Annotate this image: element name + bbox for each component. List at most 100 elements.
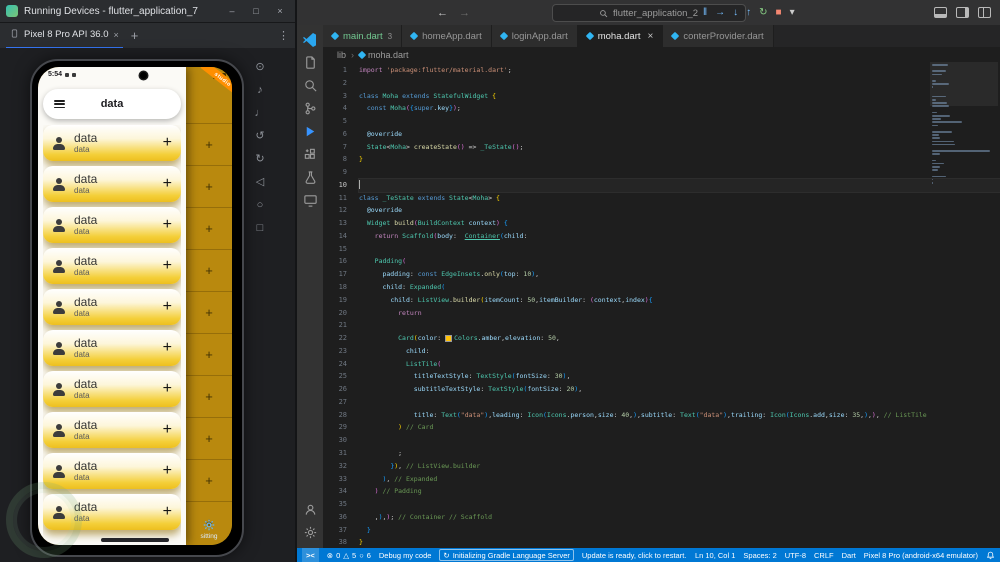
add-icon[interactable]: + <box>205 137 213 152</box>
code-line[interactable]: } <box>359 536 1000 548</box>
close-icon[interactable]: × <box>271 3 289 19</box>
forward-icon[interactable]: → <box>459 7 470 19</box>
add-icon[interactable]: + <box>163 298 172 316</box>
line-number-gutter[interactable]: 1 2 3 4 5 6 7 8 9 10 11 12 13 14 15 16 17 18 19 20 21 22 23 24 2… <box>323 64 347 548</box>
code-line[interactable]: return <box>359 307 1000 320</box>
status-item[interactable]: UTF-8 <box>785 551 806 560</box>
code-line[interactable] <box>359 243 1000 256</box>
new-tab-button[interactable]: + <box>131 28 139 43</box>
code-line[interactable]: Widget build(BuildContext context) { <box>359 217 1000 230</box>
code-line[interactable]: ), // Expanded <box>359 473 1000 486</box>
back-icon[interactable]: ◁ <box>256 177 264 188</box>
extensions-icon[interactable] <box>297 143 323 166</box>
code-line[interactable]: ,),); // Container // Scaffold <box>359 511 1000 524</box>
code-editor[interactable]: 1 2 3 4 5 6 7 8 9 10 11 12 13 14 15 16 17 18 19 20 21 22 23 24 2… <box>323 62 1000 548</box>
explorer-icon[interactable] <box>297 51 323 74</box>
toggle-secondary-sidebar-icon[interactable] <box>956 7 969 18</box>
list-card[interactable]: data data + <box>43 125 181 161</box>
code-line[interactable]: subtitleTextStyle: TextStyle(fontSize: 2… <box>359 383 1000 396</box>
add-icon[interactable]: + <box>205 263 213 278</box>
code-content[interactable]: import 'package:flutter/material.dart'; c… <box>358 64 1000 548</box>
list-card[interactable]: data data + <box>43 453 181 489</box>
list-card[interactable]: data data + <box>43 248 181 284</box>
back-icon[interactable]: ← <box>437 7 448 19</box>
volume-down-icon[interactable]: ♩ <box>255 108 266 119</box>
code-line[interactable]: title: Text("data"),leading: Icon(Icons.… <box>359 409 1000 422</box>
tab-loginApp.dart[interactable]: loginApp.dart <box>491 25 578 47</box>
code-line[interactable] <box>359 115 1000 128</box>
problems-indicator[interactable]: ⊗ 0 △ 5 ○ 6 <box>327 551 371 560</box>
code-line[interactable]: State<Moha> createState() => _TeState(); <box>359 141 1000 154</box>
close-tab-icon[interactable]: × <box>648 31 654 42</box>
code-line[interactable]: child: ListView.builder(itemCount: 50,it… <box>359 294 1000 307</box>
code-line[interactable]: return Scaffold(body: Container(child: <box>359 230 1000 243</box>
code-line[interactable] <box>359 77 1000 90</box>
code-line[interactable]: }), // ListView.builder <box>359 460 1000 473</box>
list-card[interactable]: data data + <box>43 207 181 243</box>
code-line[interactable]: ) // Card <box>359 421 1000 434</box>
tab-homeApp.dart[interactable]: homeApp.dart <box>402 25 492 47</box>
toggle-panel-icon[interactable] <box>934 7 947 18</box>
status-item[interactable]: CRLF <box>814 551 834 560</box>
add-icon[interactable]: + <box>163 421 172 439</box>
status-item[interactable]: Pixel 8 Pro (android-x64 emulator) <box>864 551 978 560</box>
dropdown-icon[interactable]: ▾ <box>790 7 795 18</box>
customize-layout-icon[interactable] <box>978 7 991 18</box>
remote-explorer-icon[interactable] <box>297 189 323 212</box>
code-line[interactable]: } <box>359 153 1000 166</box>
power-icon[interactable]: ⊙ <box>255 62 264 73</box>
run-debug-icon[interactable] <box>297 120 323 143</box>
close-tab-icon[interactable]: × <box>114 30 119 40</box>
code-line[interactable]: @override <box>359 128 1000 141</box>
tab-moha.dart[interactable]: moha.dart × <box>577 25 664 47</box>
add-icon[interactable]: + <box>205 431 213 446</box>
add-icon[interactable]: + <box>163 134 172 152</box>
code-line[interactable]: Padding( <box>359 255 1000 268</box>
maximize-icon[interactable]: □ <box>247 3 265 19</box>
add-icon[interactable]: + <box>163 380 172 398</box>
code-line[interactable]: child: Expanded( <box>359 281 1000 294</box>
code-line[interactable]: } <box>359 524 1000 537</box>
breadcrumb-item[interactable]: moha.dart <box>357 50 409 60</box>
code-line[interactable]: ) // Padding <box>359 485 1000 498</box>
add-icon[interactable]: + <box>205 473 213 488</box>
add-icon[interactable]: + <box>163 462 172 480</box>
code-line[interactable]: Card(color: Colors.amber,elevation: 50, <box>359 332 1000 345</box>
status-item[interactable]: Spaces: 2 <box>743 551 776 560</box>
minimize-icon[interactable]: – <box>223 3 241 19</box>
breadcrumb-item[interactable]: lib <box>337 50 346 60</box>
list-card[interactable]: data data + <box>43 289 181 325</box>
add-icon[interactable]: + <box>163 339 172 357</box>
device-screen[interactable]: + + + + + + + + + + sitting 5:54 data da… <box>38 67 232 545</box>
list-card[interactable]: data data + <box>43 412 181 448</box>
code-line[interactable]: import 'package:flutter/material.dart'; <box>359 64 1000 77</box>
remote-indicator[interactable]: >< <box>302 548 319 562</box>
add-icon[interactable]: + <box>205 305 213 320</box>
code-line[interactable]: padding: const EdgeInsets.only(top: 10), <box>359 268 1000 281</box>
restart-icon[interactable]: ↻ <box>759 7 767 18</box>
source-control-icon[interactable] <box>297 97 323 120</box>
add-icon[interactable]: + <box>205 179 213 194</box>
device-tab[interactable]: Pixel 8 Pro API 36.0 × <box>6 22 123 49</box>
code-line[interactable]: ListTile( <box>359 358 1000 371</box>
status-item[interactable]: Dart <box>842 551 856 560</box>
minimap[interactable] <box>930 62 998 185</box>
status-message[interactable]: ↻ Initializing Gradle Language Server <box>439 549 574 561</box>
overview-icon[interactable]: □ <box>257 223 264 234</box>
rotate-left-icon[interactable]: ↺ <box>255 131 264 142</box>
add-icon[interactable]: + <box>205 389 213 404</box>
bell-icon[interactable] <box>986 551 995 560</box>
status-message[interactable]: Update is ready, click to restart. <box>582 551 686 560</box>
code-line[interactable]: const Moha({super.key}); <box>359 102 1000 115</box>
home-icon[interactable]: ○ <box>257 200 264 211</box>
code-line[interactable]: ; <box>359 447 1000 460</box>
add-icon[interactable]: + <box>163 503 172 521</box>
list-card[interactable]: data data + <box>43 166 181 202</box>
code-line[interactable]: @override <box>359 204 1000 217</box>
add-icon[interactable]: + <box>205 347 213 362</box>
settings-icon[interactable] <box>297 521 323 544</box>
account-icon[interactable] <box>297 498 323 521</box>
code-line[interactable]: child: <box>359 345 1000 358</box>
add-icon[interactable]: + <box>205 221 213 236</box>
add-icon[interactable]: + <box>163 175 172 193</box>
